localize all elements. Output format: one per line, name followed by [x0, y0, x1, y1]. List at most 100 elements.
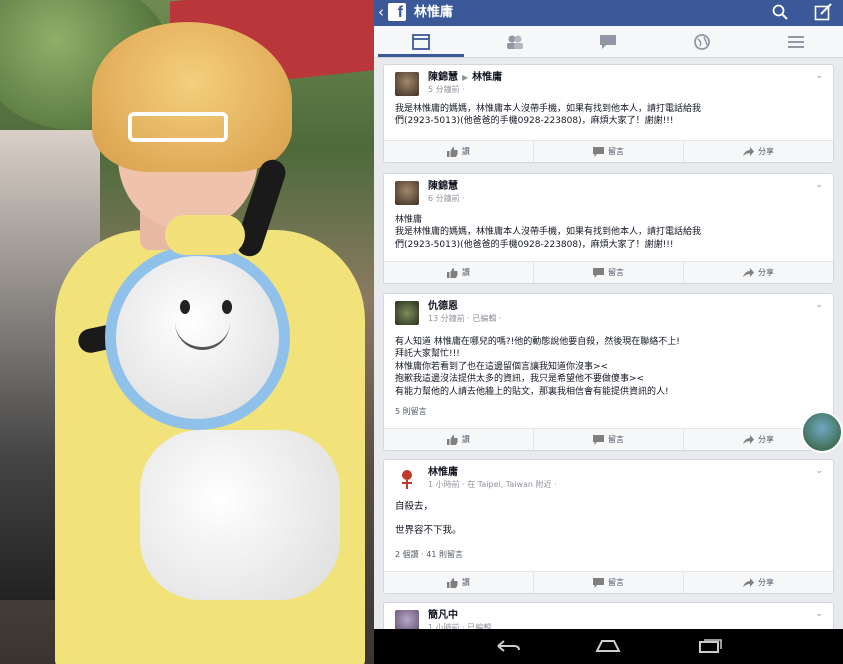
author-name[interactable]: 林惟庸	[428, 466, 458, 479]
like-label: 讚	[462, 147, 470, 156]
avatar[interactable]	[395, 301, 419, 325]
post-meta: 6 分鐘前 ·	[428, 194, 465, 203]
post-body: 自殺去， 世界容不下我。	[395, 500, 823, 537]
avatar[interactable]	[395, 72, 419, 96]
search-icon[interactable]	[772, 4, 788, 20]
chevron-down-icon[interactable]: ⌄	[815, 180, 823, 190]
facebook-logo-icon[interactable]: f	[388, 3, 406, 21]
target-name[interactable]: 林惟庸	[472, 72, 502, 83]
like-button[interactable]: 讚	[384, 141, 534, 162]
post-card: 林惟庸 1 小時前 · 在 Taipei, Taiwan 附近 · ⌄ 自殺去，…	[383, 459, 834, 594]
share-label: 分享	[758, 268, 774, 277]
post-actions: 讚 留言 分享	[384, 261, 833, 283]
comment-button[interactable]: 留言	[534, 429, 684, 450]
post-line: 我是林惟庸的媽媽，林惟庸本人沒帶手機，如果有找到他本人，請打電話給我	[395, 104, 702, 114]
nav-tabs	[374, 26, 843, 58]
comment-button[interactable]: 留言	[534, 262, 684, 283]
post-author[interactable]: 陳錦慧 ▶ 林惟庸	[428, 71, 502, 84]
back-icon[interactable]	[494, 638, 522, 654]
share-icon	[743, 434, 754, 444]
post-card: 陳錦慧 6 分鐘前 · ⌄ 林惟庸 我是林惟庸的媽媽，林惟庸本人沒帶手機，如果有…	[383, 173, 834, 284]
post-body: 我是林惟庸的媽媽，林惟庸本人沒帶手機，如果有找到他本人，請打電話給我 們(292…	[395, 103, 823, 128]
comment-label: 留言	[608, 435, 624, 444]
like-button[interactable]: 讚	[384, 429, 534, 450]
thumbs-up-icon	[447, 267, 458, 278]
share-icon	[743, 146, 754, 156]
thumbs-up-icon	[447, 146, 458, 157]
comment-count[interactable]: 5 則留言	[395, 406, 427, 417]
share-label: 分享	[758, 147, 774, 156]
author-name[interactable]: 陳錦慧	[428, 180, 458, 193]
globe-icon	[694, 33, 711, 50]
photo-glasses	[128, 112, 228, 142]
back-arrow-icon[interactable]: ‹	[378, 3, 384, 21]
tab-friends[interactable]	[468, 26, 562, 57]
chat-head-avatar[interactable]	[801, 411, 843, 453]
post-card: 陳錦慧 ▶ 林惟庸 5 分鐘前 · ⌄ 我是林惟庸的媽媽，林惟庸本人沒帶手機，如果有…	[383, 64, 834, 163]
post-meta: 13 分鐘前 · 已編輯 ·	[428, 314, 502, 323]
post-line: 拜託大家幫忙!!!	[395, 349, 460, 360]
thumbs-up-icon	[447, 434, 458, 445]
messages-icon	[600, 34, 617, 49]
like-label: 讚	[462, 578, 470, 587]
chevron-down-icon[interactable]: ⌄	[815, 466, 823, 476]
like-button[interactable]: 讚	[384, 572, 534, 593]
balloon-eye-left	[180, 300, 190, 314]
post-actions: 讚 留言 分享	[384, 428, 833, 450]
photo-person-with-balloon	[0, 0, 374, 664]
author-name[interactable]: 簡凡中	[428, 609, 458, 622]
comment-icon	[593, 434, 604, 445]
balloon-body	[140, 430, 340, 600]
share-button[interactable]: 分享	[684, 141, 833, 162]
share-label: 分享	[758, 578, 774, 587]
comment-label: 留言	[608, 578, 624, 587]
facebook-mobile-screen: ‹ f 林惟庸 陳錦慧 ▶ 林惟庸 5 分鐘前 · ⌄ 我是林惟庸的媽媽，林惟庸…	[374, 0, 843, 664]
arrow-right-icon: ▶	[462, 73, 469, 82]
avatar[interactable]	[395, 181, 419, 205]
post-line: 自殺去，	[395, 501, 434, 512]
share-button[interactable]: 分享	[684, 262, 833, 283]
share-icon	[743, 267, 754, 277]
comment-icon	[593, 267, 604, 278]
comment-button[interactable]: 留言	[534, 141, 684, 162]
top-bar: ‹ f 林惟庸	[374, 0, 843, 26]
like-label: 讚	[462, 435, 470, 444]
post-line: 有人知道 林惟庸在哪兒的嗎?!他的動態說他要自殺，然後現在聯絡不上!	[395, 337, 680, 347]
post-line: 抱歉我這邊沒法提供太多的資訊，我只是希望他不要做傻事><	[395, 374, 645, 385]
post-line: 世界容不下我。	[395, 525, 462, 536]
post-line: 們(2923-5013)(他爸爸的手機0928-223808)，麻煩大家了！謝謝…	[395, 116, 674, 127]
chevron-down-icon[interactable]: ⌄	[815, 609, 823, 619]
share-icon	[743, 577, 754, 587]
author-name[interactable]: 仇德恩	[428, 300, 458, 313]
reaction-count[interactable]: 2 個讚 · 41 則留言	[395, 549, 463, 560]
comment-icon	[593, 577, 604, 588]
compose-icon[interactable]	[814, 3, 832, 21]
news-feed-icon	[411, 33, 430, 50]
author-name[interactable]: 陳錦慧	[428, 72, 458, 83]
android-nav-bar	[374, 629, 843, 664]
recent-apps-icon[interactable]	[696, 638, 724, 654]
tab-notifications[interactable]	[655, 26, 749, 57]
chevron-down-icon[interactable]: ⌄	[815, 300, 823, 310]
like-button[interactable]: 讚	[384, 262, 534, 283]
post-body: 有人知道 林惟庸在哪兒的嗎?!他的動態說他要自殺，然後現在聯絡不上! 拜託大家幫…	[395, 336, 823, 398]
post-line: 林惟庸	[395, 215, 423, 225]
tab-menu[interactable]	[749, 26, 843, 57]
tab-messages[interactable]	[562, 26, 656, 57]
comment-button[interactable]: 留言	[534, 572, 684, 593]
chevron-down-icon[interactable]: ⌄	[815, 71, 823, 81]
post-line: 林惟庸你若看到了也在這邊留個言讓我知道你沒事><	[395, 361, 609, 372]
post-body: 林惟庸 我是林惟庸的媽媽，林惟庸本人沒帶手機，如果有找到他本人，請打電話給我 們…	[395, 214, 823, 251]
post-meta: 5 分鐘前 ·	[428, 85, 465, 94]
post-line	[395, 513, 823, 524]
post-line: 我是林惟庸的媽媽，林惟庸本人沒帶手機，如果有找到他本人，請打電話給我	[395, 227, 702, 238]
avatar[interactable]	[395, 467, 419, 491]
tab-timeline[interactable]	[374, 26, 468, 57]
home-icon[interactable]	[594, 638, 622, 654]
post-card: 仇德恩 13 分鐘前 · 已編輯 · ⌄ 有人知道 林惟庸在哪兒的嗎?!他的動態…	[383, 293, 834, 451]
like-label: 讚	[462, 268, 470, 277]
post-actions: 讚 留言 分享	[384, 571, 833, 593]
share-button[interactable]: 分享	[684, 572, 833, 593]
menu-icon	[788, 35, 805, 48]
post-line: 有能力幫他的人請去他牆上的貼文，那裏我相信會有能提供資訊的人!	[395, 386, 669, 397]
